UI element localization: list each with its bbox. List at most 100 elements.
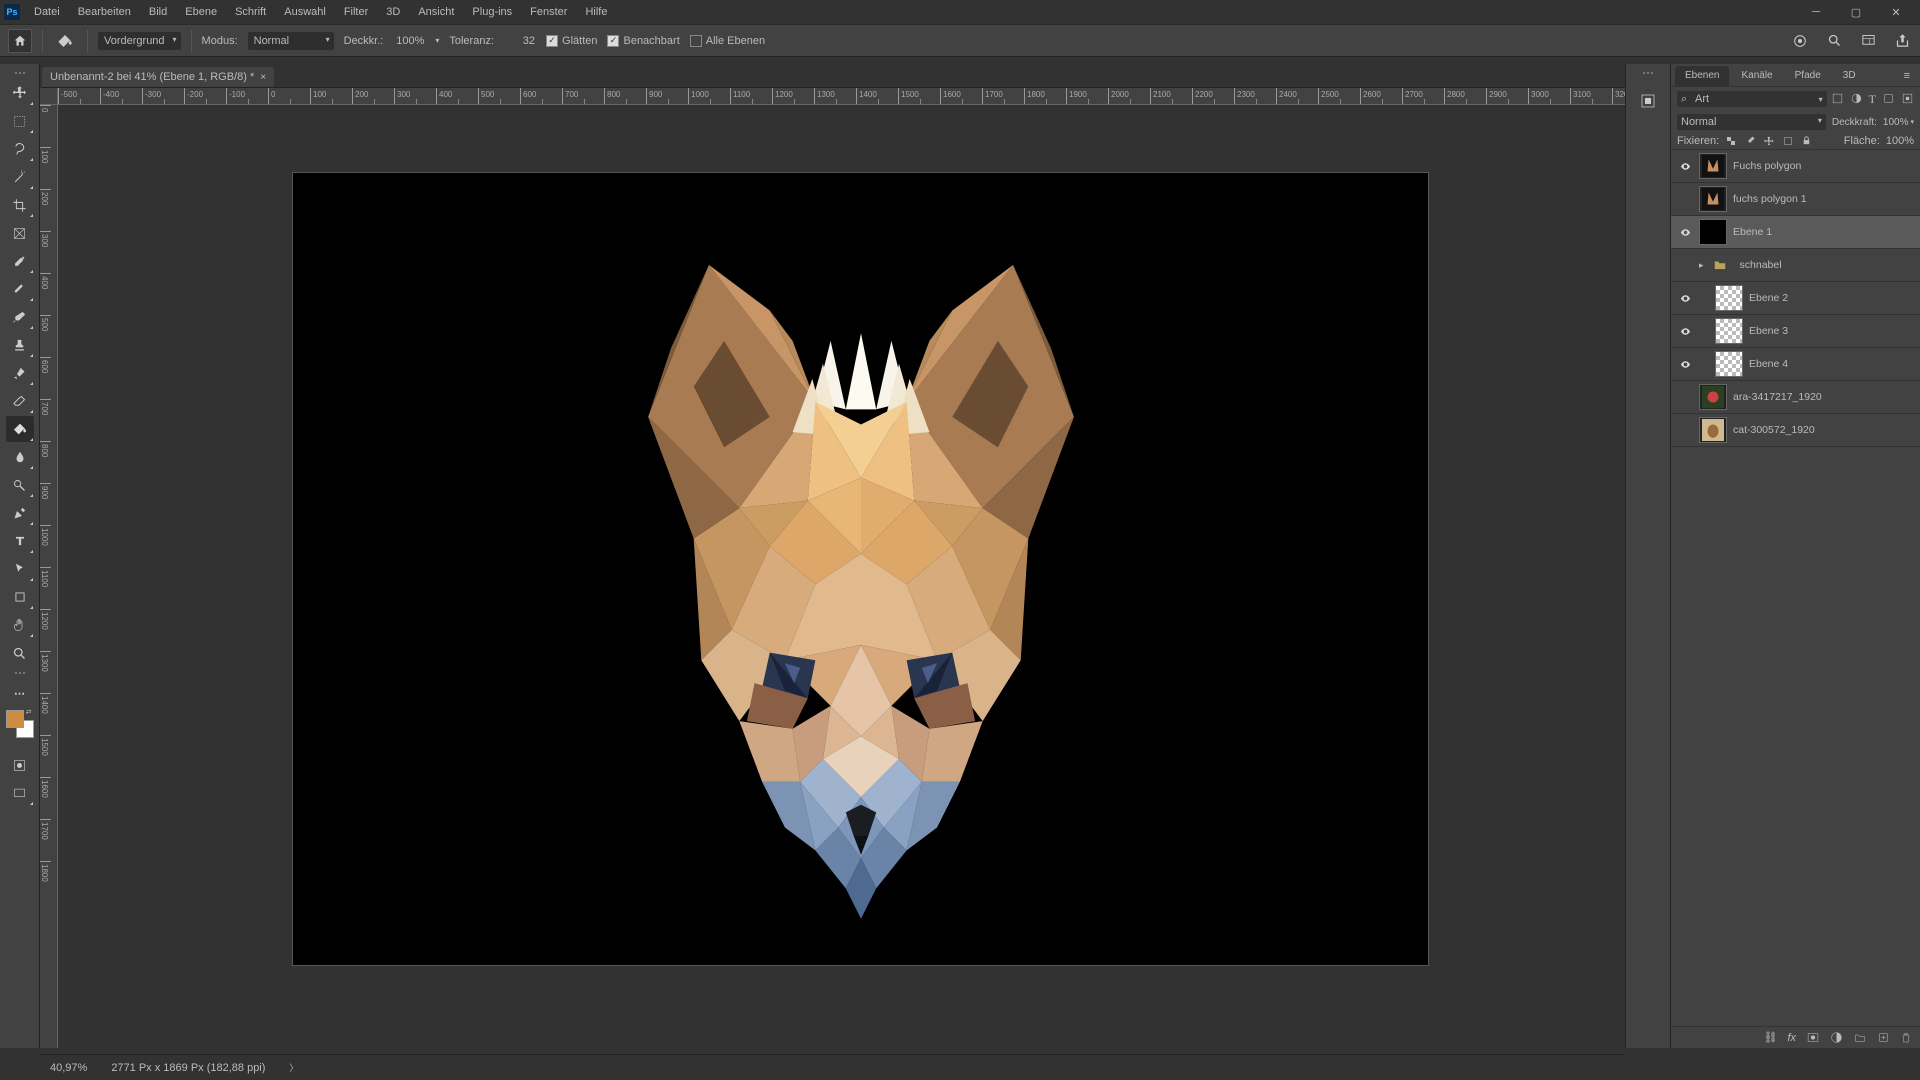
filter-pixel-icon[interactable]	[1831, 92, 1844, 107]
menu-fenster[interactable]: Fenster	[522, 3, 575, 21]
layer-thumbnail[interactable]	[1715, 285, 1743, 311]
panel-menu-icon[interactable]: ≡	[1898, 66, 1916, 86]
tab-ebenen[interactable]: Ebenen	[1675, 66, 1729, 86]
filter-adjust-icon[interactable]	[1850, 92, 1863, 107]
layer-thumbnail[interactable]	[1715, 351, 1743, 377]
layer-thumbnail[interactable]	[1706, 252, 1734, 278]
quickmask-button[interactable]	[6, 752, 34, 778]
layer-fill-field[interactable]: 100%	[1886, 135, 1914, 147]
grip-icon[interactable]	[15, 72, 25, 74]
canvas-viewport[interactable]	[58, 105, 1625, 1048]
menu-hilfe[interactable]: Hilfe	[577, 3, 615, 21]
color-swatches[interactable]: ⇄	[6, 710, 34, 738]
blend-mode-dropdown[interactable]: Normal	[248, 32, 334, 50]
pen-tool[interactable]	[6, 500, 34, 526]
maximize-button[interactable]: ▢	[1836, 0, 1876, 24]
heal-tool[interactable]	[6, 276, 34, 302]
layer-name[interactable]: ara-3417217_1920	[1727, 391, 1822, 403]
move-tool[interactable]	[6, 80, 34, 106]
filter-smart-icon[interactable]	[1901, 92, 1914, 107]
layer-row[interactable]: cat-300572_1920	[1671, 414, 1920, 447]
share-icon[interactable]	[1892, 31, 1912, 51]
opacity-field[interactable]: 100%	[393, 33, 425, 49]
tool-preset-picker[interactable]	[53, 29, 77, 53]
layer-row[interactable]: Ebene 1	[1671, 216, 1920, 249]
layer-row[interactable]: Fuchs polygon	[1671, 150, 1920, 183]
fx-icon[interactable]: fx	[1787, 1032, 1796, 1044]
layer-name[interactable]: cat-300572_1920	[1727, 424, 1815, 436]
wand-tool[interactable]	[6, 164, 34, 190]
filter-shape-icon[interactable]	[1882, 92, 1895, 107]
tab-pfade[interactable]: Pfade	[1785, 66, 1831, 86]
menu-datei[interactable]: Datei	[26, 3, 68, 21]
lock-artboard-icon[interactable]	[1782, 135, 1794, 147]
menu-3d[interactable]: 3D	[378, 3, 408, 21]
cloud-docs-icon[interactable]	[1790, 31, 1810, 51]
layer-name[interactable]: Ebene 4	[1743, 358, 1788, 370]
path-select-tool[interactable]	[6, 556, 34, 582]
menu-bild[interactable]: Bild	[141, 3, 175, 21]
layer-thumbnail[interactable]	[1699, 417, 1727, 443]
group-icon[interactable]	[1853, 1032, 1867, 1044]
layer-thumbnail[interactable]	[1699, 384, 1727, 410]
menu-plugins[interactable]: Plug-ins	[464, 3, 520, 21]
ruler-origin[interactable]	[40, 88, 58, 105]
group-chevron-icon[interactable]: ▸	[1699, 260, 1704, 271]
menu-ebene[interactable]: Ebene	[177, 3, 225, 21]
doc-info-chevron-icon[interactable]: 〉	[289, 1061, 298, 1074]
edit-toolbar[interactable]: ⋯	[6, 680, 34, 706]
tab-kanaele[interactable]: Kanäle	[1731, 66, 1782, 86]
zoom-tool[interactable]	[6, 640, 34, 666]
ruler-horizontal[interactable]: -500-400-300-200-10001002003004005006007…	[58, 88, 1625, 105]
dock-panel-icon[interactable]	[1633, 88, 1663, 114]
layer-opacity-field[interactable]: 100%	[1883, 117, 1914, 128]
layer-blend-dropdown[interactable]: Normal	[1677, 114, 1826, 130]
grip-icon[interactable]	[1643, 72, 1653, 74]
layer-row[interactable]: ▸schnabel	[1671, 249, 1920, 282]
type-tool[interactable]	[6, 528, 34, 554]
layer-name[interactable]: Ebene 3	[1743, 325, 1788, 337]
menu-schrift[interactable]: Schrift	[227, 3, 274, 21]
close-tab-icon[interactable]: ×	[260, 72, 266, 83]
close-button[interactable]: ✕	[1876, 0, 1916, 24]
adjustment-icon[interactable]	[1830, 1031, 1843, 1044]
visibility-toggle[interactable]	[1671, 161, 1699, 172]
home-button[interactable]	[8, 29, 32, 53]
layer-thumbnail[interactable]	[1699, 153, 1727, 179]
all-layers-checkbox[interactable]: Alle Ebenen	[690, 35, 765, 47]
search-icon[interactable]	[1824, 31, 1844, 51]
layer-name[interactable]: Ebene 2	[1743, 292, 1788, 304]
visibility-toggle[interactable]	[1671, 359, 1699, 370]
blur-tool[interactable]	[6, 444, 34, 470]
history-brush-tool[interactable]	[6, 360, 34, 386]
minimize-button[interactable]: ─	[1796, 0, 1836, 24]
layer-row[interactable]: Ebene 3	[1671, 315, 1920, 348]
visibility-toggle[interactable]	[1671, 326, 1699, 337]
mask-icon[interactable]	[1806, 1031, 1820, 1044]
document-canvas[interactable]	[293, 173, 1428, 965]
hand-tool[interactable]	[6, 612, 34, 638]
frame-tool[interactable]	[6, 220, 34, 246]
layer-row[interactable]: Ebene 2	[1671, 282, 1920, 315]
doc-info[interactable]: 2771 Px x 1869 Px (182,88 ppi)	[111, 1062, 265, 1074]
layer-name[interactable]: fuchs polygon 1	[1727, 193, 1807, 205]
layer-row[interactable]: fuchs polygon 1	[1671, 183, 1920, 216]
layer-thumbnail[interactable]	[1715, 318, 1743, 344]
layer-thumbnail[interactable]	[1699, 219, 1727, 245]
lock-position-icon[interactable]	[1763, 135, 1775, 147]
eraser-tool[interactable]	[6, 388, 34, 414]
tab-3d[interactable]: 3D	[1833, 66, 1866, 86]
menu-filter[interactable]: Filter	[336, 3, 376, 21]
menu-bearbeiten[interactable]: Bearbeiten	[70, 3, 139, 21]
layer-row[interactable]: ara-3417217_1920	[1671, 381, 1920, 414]
visibility-toggle[interactable]	[1671, 293, 1699, 304]
eyedropper-tool[interactable]	[6, 248, 34, 274]
menu-ansicht[interactable]: Ansicht	[410, 3, 462, 21]
layer-thumbnail[interactable]	[1699, 186, 1727, 212]
filter-type-icon[interactable]: T	[1869, 92, 1876, 107]
layer-name[interactable]: Fuchs polygon	[1727, 160, 1801, 172]
new-layer-icon[interactable]	[1877, 1031, 1890, 1044]
layer-filter-dropdown[interactable]: Art	[1677, 91, 1827, 107]
lock-all-icon[interactable]	[1801, 135, 1812, 147]
tolerance-field[interactable]: 32	[504, 33, 536, 49]
